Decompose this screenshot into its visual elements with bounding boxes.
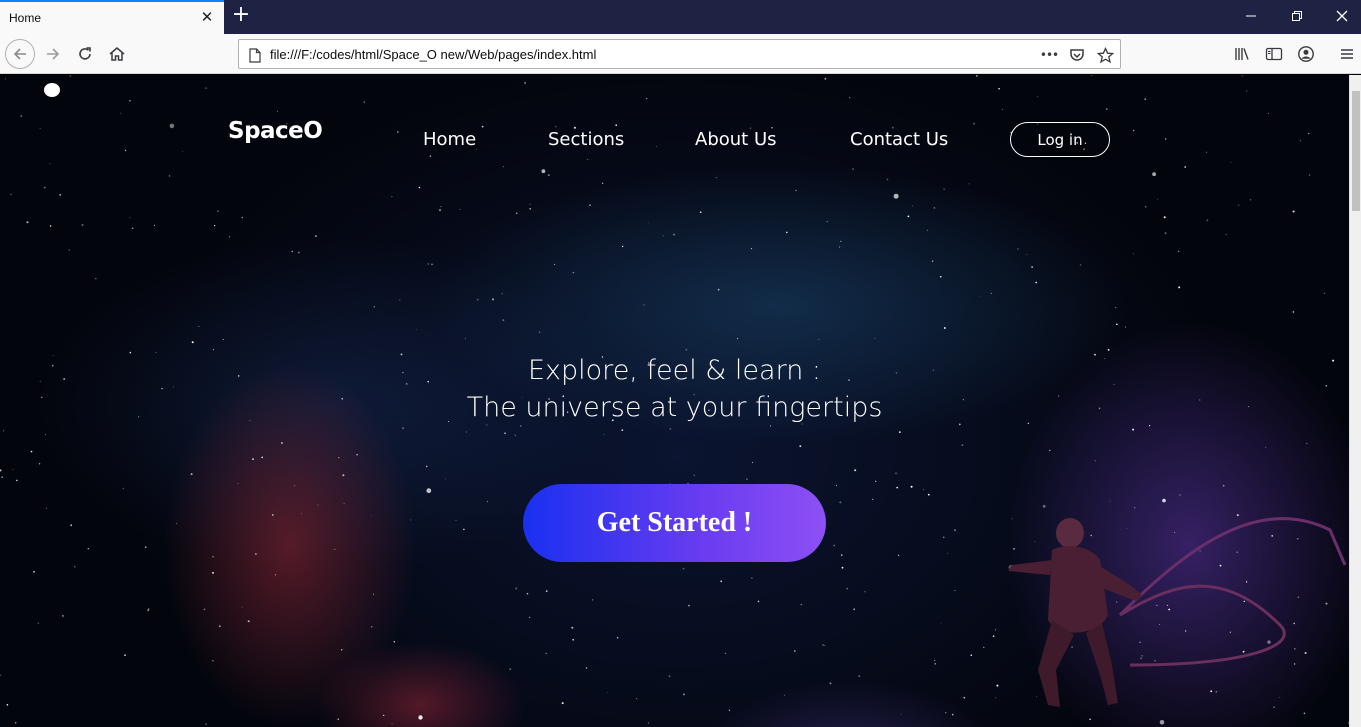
minimize-icon[interactable]	[1228, 0, 1274, 32]
new-tab-button[interactable]: +	[230, 4, 252, 27]
tab-title: Home	[9, 11, 42, 25]
get-started-button[interactable]: Get Started !	[523, 484, 826, 562]
tab-close-icon[interactable]: ✕	[198, 8, 216, 26]
tab-bar: Home ✕ +	[0, 0, 1361, 34]
home-icon[interactable]	[101, 38, 133, 70]
nav-sections-link[interactable]: Sections	[548, 129, 624, 150]
library-icon[interactable]	[1226, 38, 1258, 70]
sidebar-icon[interactable]	[1258, 38, 1290, 70]
scrollbar-thumb[interactable]	[1352, 91, 1360, 211]
page-scrollbar[interactable]	[1349, 75, 1361, 727]
page-actions-icon[interactable]: •••	[1040, 46, 1059, 64]
account-icon[interactable]	[1290, 38, 1322, 70]
login-button[interactable]: Log in	[1010, 122, 1110, 157]
nav-contact-us-link[interactable]: Contact Us	[850, 129, 948, 150]
pocket-icon[interactable]	[1068, 46, 1086, 64]
url-text[interactable]: file:///F:/codes/html/Space_O new/Web/pa…	[270, 47, 596, 62]
hero-headline-line2: The universe at your fingertips	[466, 392, 883, 423]
nav-about-us-link[interactable]: About Us	[695, 129, 777, 150]
back-arrow-icon	[5, 39, 35, 69]
menu-icon[interactable]	[1331, 38, 1361, 70]
forward-arrow-icon[interactable]	[37, 38, 69, 70]
url-bar[interactable]: file:///F:/codes/html/Space_O new/Web/pa…	[238, 39, 1121, 69]
active-tab[interactable]: Home ✕	[0, 0, 224, 34]
back-button[interactable]	[4, 38, 36, 70]
reload-icon[interactable]	[69, 38, 101, 70]
astronaut-illustration	[1008, 517, 1347, 707]
browser-toolbar: file:///F:/codes/html/Space_O new/Web/pa…	[0, 34, 1361, 74]
restore-icon[interactable]	[1274, 0, 1320, 32]
hero-headline-line1: Explore, feel & learn :	[527, 355, 821, 386]
close-window-icon[interactable]	[1319, 0, 1361, 32]
page-file-icon[interactable]	[246, 46, 264, 64]
site-logo[interactable]: SpaceO	[228, 118, 323, 144]
bookmark-star-icon[interactable]	[1096, 46, 1114, 64]
page-viewport: SpaceO Home Sections About Us Contact Us…	[0, 75, 1349, 727]
nav-home-link[interactable]: Home	[423, 129, 476, 150]
